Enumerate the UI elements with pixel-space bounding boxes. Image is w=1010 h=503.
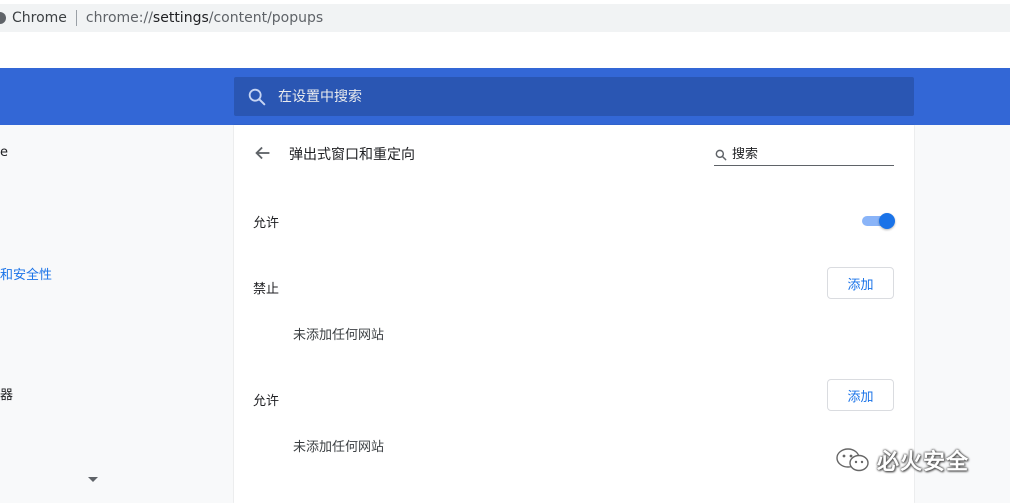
search-icon — [248, 88, 266, 105]
card-header: 弹出式窗口和重定向 — [234, 125, 914, 181]
allow-section-label: 允许 — [253, 394, 280, 409]
address-bar-row: Chrome chrome://settings/content/popups — [0, 0, 1010, 36]
watermark-text: 必火安全 — [877, 450, 970, 475]
page-search-input[interactable] — [732, 147, 882, 162]
sidebar: e 和安全性 器 — [0, 125, 234, 503]
site-chip: Chrome — [12, 10, 67, 26]
url-path: /content/popups — [208, 10, 324, 26]
sidebar-item-privacy-security[interactable]: 和安全性 — [0, 264, 52, 283]
url-scheme: chrome:// — [85, 10, 153, 26]
page-title: 弹出式窗口和重定向 — [289, 147, 415, 163]
settings-header — [0, 68, 1010, 125]
settings-search-box[interactable] — [234, 77, 914, 116]
url-host: settings — [152, 10, 209, 26]
omnibox[interactable]: Chrome chrome://settings/content/popups — [0, 4, 1010, 32]
block-section-label: 禁止 — [253, 282, 280, 297]
wechat-icon — [836, 448, 869, 472]
toggle-knob — [879, 213, 895, 229]
allow-toggle[interactable] — [862, 211, 896, 231]
toolbar-spacer — [0, 36, 1010, 68]
sidebar-item-you-and-google[interactable]: e — [0, 145, 8, 160]
arrow-left-icon[interactable] — [252, 142, 274, 164]
allow-add-button[interactable]: 添加 — [827, 379, 894, 411]
watermark: 必火安全 — [833, 443, 969, 477]
block-add-button[interactable]: 添加 — [827, 267, 894, 299]
site-info-icon[interactable] — [0, 12, 6, 24]
omnibox-divider — [75, 10, 77, 26]
page-search-field[interactable] — [714, 144, 894, 166]
sidebar-item-browser[interactable]: 器 — [0, 384, 13, 403]
block-empty-text: 未添加任何网站 — [293, 328, 385, 343]
settings-search-input[interactable] — [278, 88, 878, 105]
allow-empty-text: 未添加任何网站 — [293, 440, 385, 455]
default-setting-label: 允许 — [253, 216, 280, 231]
settings-card: 弹出式窗口和重定向 允许 禁止 添加 未添加任何网站 允许 添加 未添加任何网站 — [234, 125, 914, 503]
search-icon — [715, 149, 727, 160]
caret-down-icon[interactable] — [88, 477, 98, 482]
